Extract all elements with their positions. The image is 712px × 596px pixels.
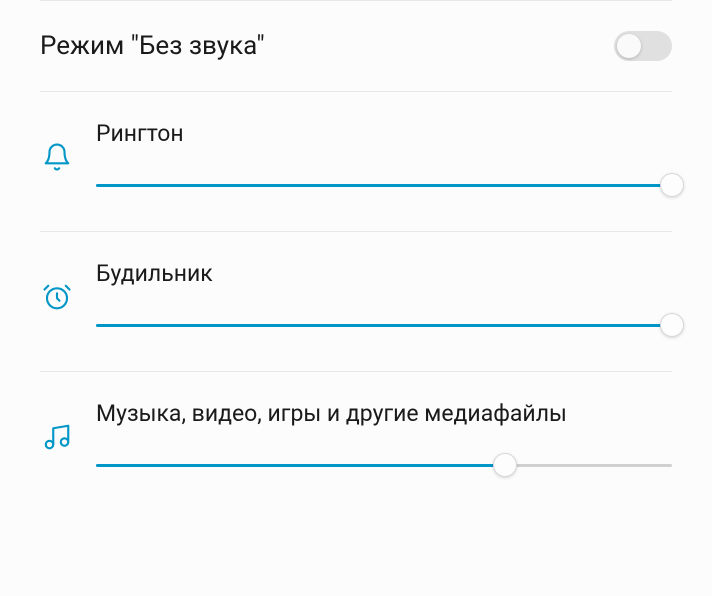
- ringtone-slider-content: Рингтон: [96, 120, 672, 197]
- toggle-thumb: [617, 34, 641, 58]
- media-label: Музыка, видео, игры и другие медиафайлы: [96, 400, 672, 427]
- media-slider-thumb[interactable]: [493, 453, 517, 477]
- mute-mode-row: Режим "Без звука": [0, 1, 712, 91]
- alarm-slider-content: Будильник: [96, 260, 672, 337]
- alarm-slider-thumb[interactable]: [660, 313, 684, 337]
- alarm-clock-icon: [40, 280, 74, 314]
- ringtone-label: Рингтон: [96, 120, 672, 147]
- alarm-slider-fill: [96, 324, 672, 327]
- ringtone-slider-thumb[interactable]: [660, 173, 684, 197]
- mute-mode-toggle[interactable]: [614, 31, 672, 61]
- media-slider[interactable]: [96, 453, 672, 477]
- sound-settings-panel: Режим "Без звука" Рингтон: [0, 0, 712, 511]
- alarm-slider[interactable]: [96, 313, 672, 337]
- music-note-icon: [40, 420, 74, 454]
- ringtone-row: Рингтон: [0, 92, 712, 231]
- media-slider-content: Музыка, видео, игры и другие медиафайлы: [96, 400, 672, 477]
- alarm-label: Будильник: [96, 260, 672, 287]
- alarm-row: Будильник: [0, 232, 712, 371]
- media-slider-fill: [96, 464, 505, 467]
- bell-icon: [40, 140, 74, 174]
- ringtone-slider[interactable]: [96, 173, 672, 197]
- ringtone-slider-fill: [96, 184, 672, 187]
- media-row: Музыка, видео, игры и другие медиафайлы: [0, 372, 712, 511]
- mute-mode-label: Режим "Без звука": [40, 31, 265, 61]
